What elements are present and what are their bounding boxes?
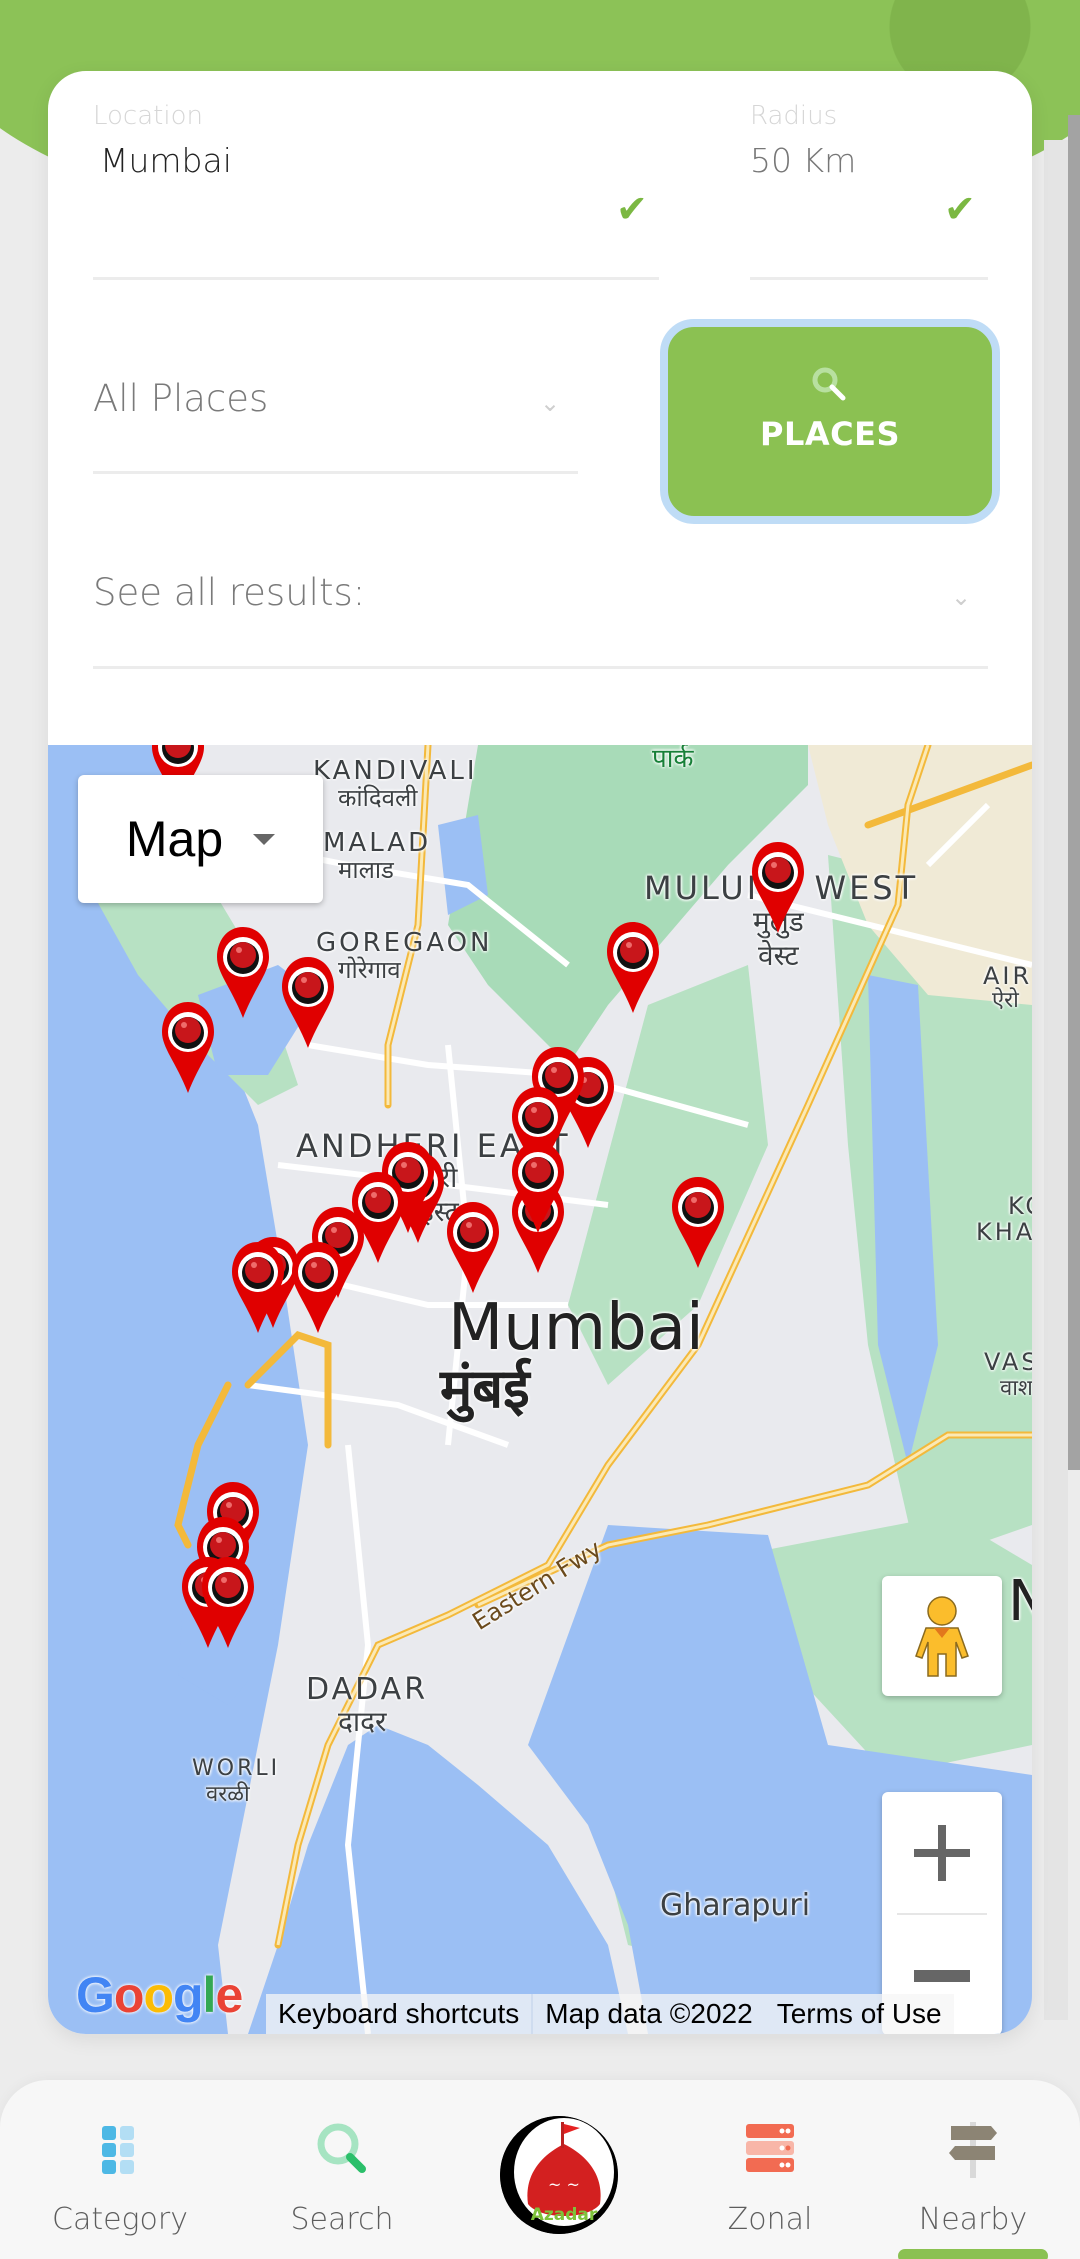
street-view-pegman[interactable] <box>882 1576 1002 1696</box>
scroll-track <box>1044 140 1068 2020</box>
location-input[interactable]: Mumbai <box>100 141 232 180</box>
map-label: गोरेगाव <box>338 956 401 984</box>
map-pin-icon <box>217 927 269 1018</box>
map-pin-icon <box>447 1202 499 1293</box>
map-label: GOREGAON <box>316 928 493 958</box>
map-marker[interactable] <box>198 1555 258 1650</box>
zoom-in-button[interactable] <box>882 1792 1002 1913</box>
map-pin-icon <box>292 1242 344 1333</box>
chevron-down-icon: ⌄ <box>951 583 972 611</box>
results-underline <box>93 666 988 669</box>
search-icon <box>810 365 850 405</box>
map-label: AIR <box>983 962 1032 990</box>
app-logo-button[interactable]: ~ ~ Azadar <box>500 2116 618 2234</box>
map-marker[interactable] <box>748 840 808 935</box>
map-label: ऐरो <box>992 988 1019 1013</box>
nav-item-zonal[interactable]: Zonal <box>680 2120 860 2237</box>
map-label: VAS <box>984 1348 1032 1376</box>
places-button-label: PLACES <box>760 415 900 453</box>
map-pin-icon <box>232 1242 284 1333</box>
category-underline <box>93 471 578 474</box>
map-view[interactable]: KANDIVALI कांदिवली MALAD मालाड GOREGAON … <box>48 745 1032 2034</box>
map-pin-icon <box>202 1557 254 1648</box>
nav-item-nearby[interactable]: Nearby <box>883 2120 1063 2237</box>
map-marker[interactable] <box>668 1175 728 1270</box>
location-underline <box>93 277 659 280</box>
minus-icon <box>914 1969 970 1982</box>
map-attribution: Keyboard shortcuts Map data ©2022 Terms … <box>266 1994 954 2034</box>
server-stack-icon <box>740 2120 800 2180</box>
terms-of-use-link[interactable]: Terms of Use <box>764 1994 954 2034</box>
map-label: Na <box>1008 1569 1032 1634</box>
map-pin-icon <box>282 957 334 1048</box>
app-logo: ~ ~ Azadar <box>500 2116 618 2234</box>
nav-item-category[interactable]: Category <box>30 2120 210 2237</box>
map-label: KANDIVALI <box>313 756 478 786</box>
map-pin-icon <box>162 1002 214 1093</box>
map-label: Gharapuri <box>660 1888 811 1923</box>
map-marker[interactable] <box>603 920 663 1015</box>
map-label: KO <box>1008 1192 1032 1220</box>
map-label: वाश <box>1000 1376 1032 1401</box>
map-marker[interactable] <box>288 1240 348 1335</box>
pegman-icon <box>915 1596 969 1677</box>
scrollbar[interactable] <box>1068 115 1080 1470</box>
map-label: दादर <box>338 1705 387 1738</box>
radius-check-icon: ✔ <box>944 187 976 231</box>
map-data-text: Map data ©2022 <box>533 1994 765 2034</box>
map-type-selector[interactable]: Map <box>78 775 323 903</box>
signpost-icon <box>943 2120 1003 2180</box>
search-icon <box>312 2120 372 2180</box>
map-label: वेस्ट <box>758 939 799 972</box>
nav-label: Search <box>290 2202 394 2237</box>
category-select-value: All Places <box>93 377 269 420</box>
map-label: WORLI <box>192 1756 281 1781</box>
grid-icon <box>90 2120 150 2180</box>
map-label: Mumbai <box>448 1291 704 1365</box>
map-label: KHA <box>976 1218 1032 1246</box>
radius-label: Radius <box>750 101 838 131</box>
nav-label: Nearby <box>918 2202 1028 2237</box>
radius-input[interactable]: 50 Km <box>750 141 856 180</box>
caret-down-icon <box>253 833 276 845</box>
svg-text:~ ~: ~ ~ <box>548 2175 580 2194</box>
map-label: MALAD <box>323 828 432 858</box>
results-select-value: See all results: <box>93 571 366 614</box>
places-search-button[interactable]: PLACES <box>660 319 1000 524</box>
map-pin-icon <box>607 922 659 1013</box>
keyboard-shortcuts-link[interactable]: Keyboard shortcuts <box>266 1994 532 2034</box>
active-tab-indicator <box>898 2249 1048 2259</box>
map-marker[interactable] <box>443 1200 503 1295</box>
search-card: Location Mumbai ✔ Radius 50 Km ✔ All Pla… <box>48 71 1032 2034</box>
map-label: DADAR <box>306 1672 429 1707</box>
map-label: मालाड <box>338 856 394 884</box>
nav-label: Category <box>52 2202 188 2237</box>
map-marker[interactable] <box>228 1240 288 1335</box>
map-marker[interactable] <box>213 925 273 1020</box>
radius-underline <box>750 277 988 280</box>
map-marker[interactable] <box>508 1140 568 1235</box>
nav-item-search[interactable]: Search <box>252 2120 432 2237</box>
map-pin-icon <box>512 1142 564 1233</box>
chevron-down-icon: ⌄ <box>540 389 561 417</box>
map-label: कांदिवली <box>338 784 418 812</box>
map-pin-icon <box>752 842 804 933</box>
location-label: Location <box>93 101 203 131</box>
map-label: मुंबई <box>440 1357 530 1420</box>
map-label: वरळी <box>206 1782 250 1807</box>
nav-label: Zonal <box>727 2202 813 2237</box>
map-marker[interactable] <box>158 1000 218 1095</box>
logo-text: Azadar <box>531 2205 598 2225</box>
map-pin-icon <box>672 1177 724 1268</box>
map-marker[interactable] <box>278 955 338 1050</box>
google-logo: Google <box>76 1967 243 2023</box>
plus-icon <box>914 1824 970 1881</box>
map-label: पार्क <box>652 745 694 774</box>
location-check-icon: ✔ <box>616 187 648 231</box>
map-type-label: Map <box>125 811 224 867</box>
